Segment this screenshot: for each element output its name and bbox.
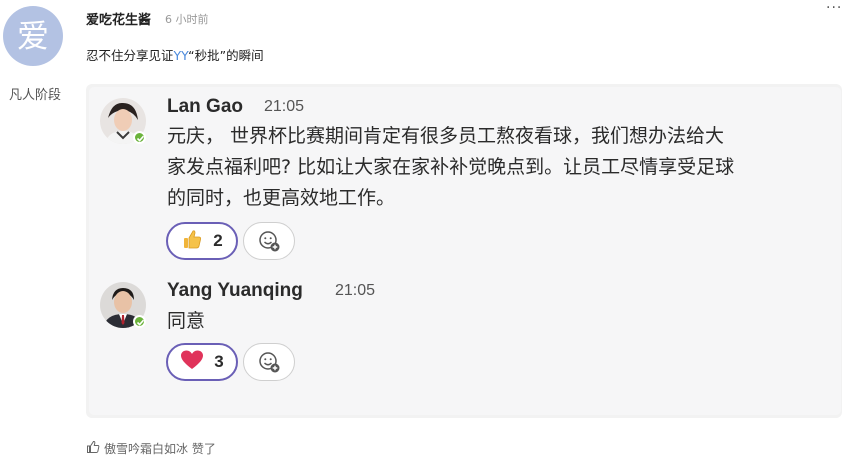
message-time: 21:05: [264, 98, 305, 115]
forum-post: 爱 凡人阶段 爱吃花生酱 6 小时前 ··· 忍不住分享见证YY“秒批”的瞬间 …: [0, 0, 846, 464]
message-body: 元庆， 世界杯比赛期间肯定有很多员工熬夜看球，我们想办法给大 家发点福利吧? 比…: [167, 121, 734, 214]
online-status-icon: [133, 315, 146, 328]
sender-name: Yang Yuanqing: [167, 280, 303, 301]
message-time: 21:05: [335, 282, 376, 299]
reaction-count: 3: [214, 352, 224, 371]
avatar-char: 爱: [16, 17, 49, 55]
more-options-button[interactable]: ···: [826, 0, 842, 16]
online-status-icon: [133, 131, 146, 144]
reaction-count: 2: [213, 231, 223, 250]
reaction-thumbs-up[interactable]: 2: [166, 222, 238, 260]
message-line: 元庆， 世界杯比赛期间肯定有很多员工熬夜看球，我们想办法给大: [167, 125, 725, 147]
add-reaction-icon: [259, 231, 280, 252]
user-rank: 凡人阶段: [9, 88, 62, 103]
thumbs-up-icon: [181, 228, 203, 255]
post-text: 忍不住分享见证YY“秒批”的瞬间: [86, 45, 264, 64]
message-body: 同意: [167, 306, 205, 337]
post-text-quote-word: 秒批: [194, 48, 220, 63]
message-line: 的同时，也更高效地工作。: [167, 187, 396, 209]
post-time: 6 小时前: [165, 13, 209, 26]
message-line: 家发点福利吧? 比如让大家在家补补觉晚点到。让员工尽情享受足球: [167, 156, 735, 178]
thumbs-up-outline-icon[interactable]: [86, 440, 100, 457]
message-line: 同意: [167, 310, 206, 332]
user-avatar[interactable]: 爱: [3, 6, 63, 66]
like-footer-text: 傲雪吟霜白如冰 赞了: [104, 442, 216, 456]
heart-icon: [180, 349, 204, 376]
reaction-heart[interactable]: 3: [166, 343, 238, 381]
add-reaction-button[interactable]: [243, 343, 295, 381]
lan-gao-avatar: [100, 98, 146, 144]
post-text-highlight[interactable]: YY: [174, 48, 189, 63]
author-name[interactable]: 爱吃花生酱: [86, 9, 151, 28]
post-text-end: 的瞬间: [226, 48, 264, 63]
add-reaction-button[interactable]: [243, 222, 295, 260]
sender-name: Lan Gao: [167, 96, 244, 117]
like-footer: 傲雪吟霜白如冰 赞了: [86, 440, 216, 457]
post-text-part: 忍不住分享见证: [86, 48, 174, 63]
add-reaction-icon: [259, 352, 280, 373]
yang-yuanqing-avatar: [100, 282, 146, 328]
